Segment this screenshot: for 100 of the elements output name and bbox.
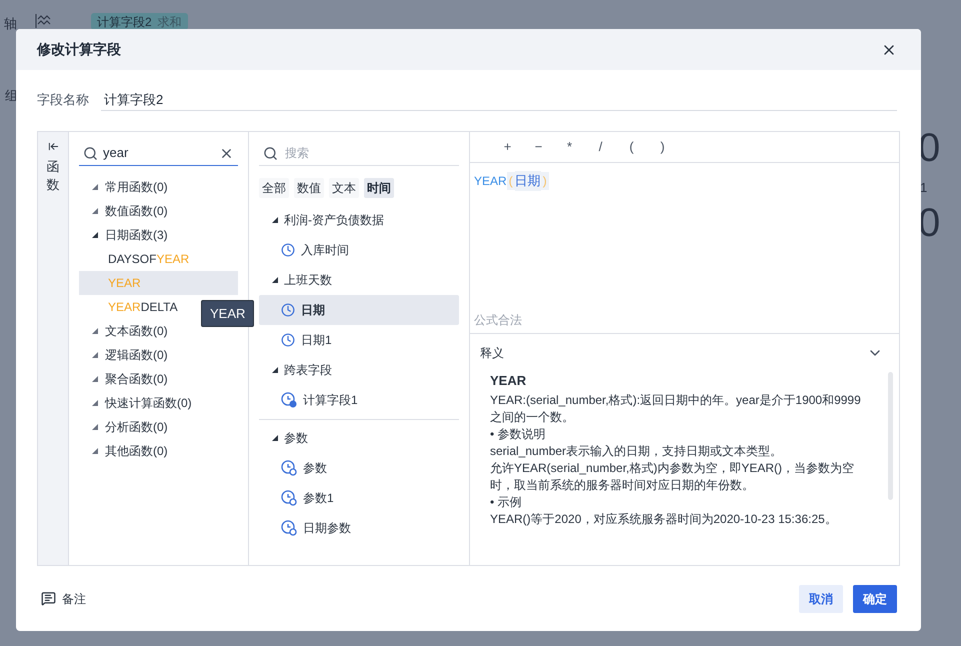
field-name: 日期: [301, 302, 325, 319]
field-name: 入库时间: [301, 242, 349, 259]
function-group[interactable]: 快速计算函数(0): [79, 391, 238, 415]
operator-button[interactable]: −: [523, 137, 554, 157]
formula-token: YEAR: [474, 172, 507, 190]
function-group-label: 文本函数(0): [105, 323, 168, 340]
function-group-label: 聚合函数(0): [105, 371, 168, 388]
type-filter-tab[interactable]: 文本: [329, 178, 359, 198]
definition-text: YEAR()等于2020，对应系统服务器时间为2020-10-23 15:36:25。: [490, 511, 838, 528]
side-tab-label: 函数: [46, 158, 60, 194]
field-group-label: 参数: [284, 430, 308, 447]
definition-text: • 示例: [490, 494, 523, 511]
field-name-input[interactable]: 计算字段2: [101, 89, 897, 111]
operator-button[interactable]: *: [554, 137, 585, 157]
operator-button[interactable]: ): [647, 137, 678, 157]
field-group-label: 上班天数: [284, 272, 332, 289]
dialog-title: 修改计算字段: [37, 40, 121, 59]
scrollbar[interactable]: [888, 372, 893, 500]
operator-button[interactable]: /: [585, 137, 616, 157]
field-group[interactable]: 参数: [259, 423, 459, 453]
definition-header[interactable]: 释义: [470, 334, 899, 372]
field-search-field[interactable]: 搜索: [259, 141, 459, 166]
field-item[interactable]: 日期参数: [259, 513, 459, 543]
type-filter-tab[interactable]: 时间: [364, 178, 394, 198]
clock-function-icon: [281, 392, 297, 408]
expand-triangle-icon[interactable]: [272, 217, 278, 223]
clock-gear-icon: [281, 460, 297, 476]
field-group[interactable]: 跨表字段: [259, 355, 459, 385]
operator-button[interactable]: (: [616, 137, 647, 157]
formula-editor[interactable]: YEAR (日期) 公式合法: [470, 163, 899, 333]
small-value: 1: [920, 179, 928, 197]
wave-icon: [35, 13, 51, 29]
formula-status: 公式合法: [474, 312, 523, 329]
field-search-input[interactable]: 搜索: [285, 144, 455, 162]
clock-icon: [281, 333, 295, 347]
cancel-button[interactable]: 取消: [799, 584, 843, 612]
function-group[interactable]: 日期函数(3): [79, 223, 238, 247]
chip-field-text: 计算字段2: [97, 14, 152, 30]
expand-triangle-icon[interactable]: [272, 435, 278, 441]
tooltip: YEAR: [201, 300, 254, 327]
field-group[interactable]: 利润-资产负债数据: [259, 205, 459, 235]
expand-triangle-icon[interactable]: [272, 367, 278, 373]
function-group-label: 数值函数(0): [105, 203, 168, 220]
type-filter-tab[interactable]: 数值: [294, 178, 324, 198]
definition-title: 释义: [480, 345, 504, 362]
expand-triangle-icon[interactable]: [92, 232, 98, 238]
definition-heading: YEAR: [490, 372, 528, 389]
definition-text: serial_number表示输入的日期，支持日期或文本类型。: [490, 443, 784, 460]
field-item[interactable]: 入库时间: [259, 235, 459, 265]
field-name: 日期1: [301, 332, 332, 349]
field-name: 参数: [303, 460, 327, 477]
search-icon: [263, 146, 278, 160]
field-name-label: 字段名称: [37, 91, 89, 110]
formula-token: 日期: [514, 171, 541, 190]
function-group-label: 日期函数(3): [105, 227, 168, 244]
field-group-label: 跨表字段: [284, 362, 332, 379]
function-group[interactable]: 分析函数(0): [79, 415, 238, 439]
function-group-label: 常用函数(0): [105, 179, 168, 196]
field-item[interactable]: 参数: [259, 453, 459, 483]
field-group[interactable]: 上班天数: [259, 265, 459, 295]
function-search-field[interactable]: year: [79, 141, 238, 166]
field-name: 参数1: [303, 490, 334, 507]
collapse-icon[interactable]: [48, 141, 58, 152]
clock-gear-icon: [281, 520, 297, 536]
definition-text: • 参数说明: [490, 426, 547, 443]
field-item[interactable]: 日期: [259, 295, 459, 325]
clock-gear-icon: [281, 490, 297, 506]
function-group-label: 分析函数(0): [105, 419, 168, 436]
note-icon[interactable]: [41, 591, 56, 606]
function-group[interactable]: 其他函数(0): [79, 439, 238, 463]
field-item[interactable]: 日期1: [259, 325, 459, 355]
function-group[interactable]: 数值函数(0): [79, 199, 238, 223]
field-name: 计算字段1: [303, 392, 358, 409]
note-link[interactable]: 备注: [62, 590, 86, 608]
function-group[interactable]: 常用函数(0): [79, 175, 238, 199]
function-group[interactable]: 聚合函数(0): [79, 367, 238, 391]
group-label: 组: [5, 87, 18, 105]
definition-text: YEAR:(serial_number,格式):返回日期中的年。year是介于1900和9999之间的一个数。: [490, 392, 862, 426]
definition-text: 允许YEAR(serial_number,格式)内参数为空，即YEAR()，当参数为空时，取当前系统的服务器时间对应日期的年份数。: [490, 460, 856, 494]
function-name: DAYSOFYEAR: [108, 251, 190, 268]
operator-button[interactable]: +: [492, 137, 523, 157]
function-group-label: 其他函数(0): [105, 443, 168, 460]
function-search-input[interactable]: year: [103, 143, 214, 163]
function-name: YEAR: [108, 275, 141, 292]
type-filter-tab[interactable]: 全部: [259, 178, 289, 198]
field-group-label: 利润-资产负债数据: [284, 212, 384, 229]
function-item[interactable]: DAYSOFYEAR: [79, 247, 238, 271]
field-item[interactable]: 参数1: [259, 483, 459, 513]
clock-icon: [281, 303, 295, 317]
confirm-button[interactable]: 确定: [853, 584, 897, 612]
formula-token: (: [506, 172, 515, 190]
field-name: 日期参数: [303, 520, 351, 537]
clock-icon: [281, 243, 295, 257]
function-group-label: 快速计算函数(0): [105, 395, 192, 412]
field-item[interactable]: 计算字段1: [259, 385, 459, 415]
search-icon: [83, 146, 98, 160]
side-tab[interactable]: 函数: [38, 132, 69, 565]
axis-label: 轴: [4, 15, 17, 33]
function-group[interactable]: 逻辑函数(0): [79, 343, 238, 367]
expand-triangle-icon[interactable]: [272, 277, 278, 283]
